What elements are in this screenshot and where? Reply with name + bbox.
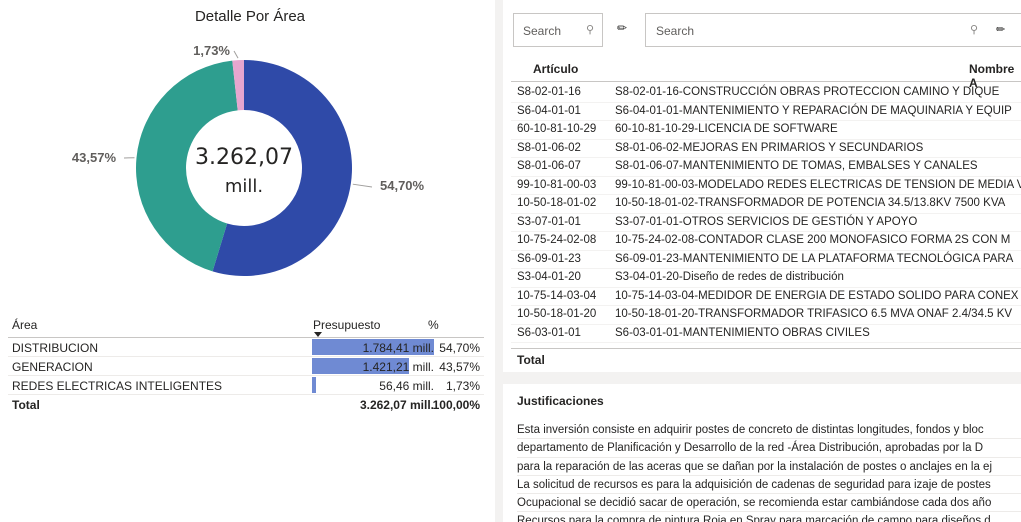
table-row[interactable]: 10-75-14-03-04 10-75-14-03-04-MEDIDOR DE … [511,288,1021,306]
total-presupuesto: 3.262,07 mill. [359,398,434,412]
justificaciones-list[interactable]: Esta inversión consiste en adquirir post… [517,421,1021,522]
table-row[interactable]: 60-10-81-10-29 60-10-81-10-29-LICENCIA DE… [511,121,1021,140]
search-articulo-input[interactable]: Search ⚲ [513,13,603,47]
justificacion-line: Ocupacional se decidió sacar de operació… [517,494,1021,513]
table-row[interactable]: S8-01-06-07 S8-01-06-07-MANTENIMIENTO DE … [511,158,1021,177]
row-articulo: 10-50-18-01-20 [517,308,597,320]
eraser-icon[interactable]: ✏ [996,23,1005,36]
row-pct: 54,70% [439,341,480,355]
row-nombre: 10-50-18-01-02-TRANSFORMADOR DE POTENCIA… [615,197,1006,209]
total-label: Total [517,353,545,367]
justificacion-line: departamento de Planificación y Desarrol… [517,439,1021,458]
row-nombre: S3-04-01-20-Diseño de redes de distribuc… [615,271,844,283]
table-row[interactable]: 99-10-81-00-03 99-10-81-00-03-MODELADO RE… [511,177,1021,195]
row-articulo: S6-04-01-01 [517,104,581,117]
center-value: 3.262,07 [195,145,293,170]
eraser-icon[interactable]: ✏ [617,21,627,35]
search-placeholder: Search [523,24,562,38]
articles-table-header: Artículo Nombre A [511,56,1021,90]
justificacion-line: Esta inversión consiste en adquirir post… [517,421,1021,440]
row-articulo: S8-01-06-02 [517,141,581,154]
area-budget-table: Área Presupuesto % DISTRIBUCION 1.784,41 … [8,312,484,415]
search-icon: ⚲ [586,24,595,36]
table-row[interactable]: DISTRIBUCION 1.784,41 mill. 54,70% [8,338,484,357]
row-nombre: 60-10-81-10-29-LICENCIA DE SOFTWARE [615,123,838,135]
budget-bar [312,377,316,393]
row-nombre: 10-75-14-03-04-MEDIDOR DE ENERGIA DE EST… [615,289,1019,302]
table-row[interactable]: S3-07-01-01 S3-07-01-01-OTROS SERVICIOS D… [511,214,1021,232]
row-nombre: S3-07-01-01-OTROS SERVICIOS DE GESTIÓN Y… [615,215,918,228]
search-nombre-input[interactable]: Search ⚲ ✏ [645,13,1021,47]
row-articulo: 10-50-18-01-02 [517,197,597,209]
table-row[interactable]: S8-02-01-16 S8-02-01-16-CONSTRUCCIÓN OBRA… [511,84,1021,103]
row-pct: 1,73% [445,379,480,393]
slice-label: 43,57% [72,150,117,165]
row-presupuesto: 1.784,41 mill. [362,341,434,355]
row-presupuesto: 1.421,21 mill. [362,360,434,374]
donut-chart[interactable]: 54,70% 43,57% 1,73% 3.262,07 mill. [0,0,490,300]
header-area[interactable]: Área [12,318,37,332]
leader-line [352,183,373,188]
center-unit: mill. [225,176,263,197]
sort-desc-icon[interactable] [314,332,322,337]
row-pct: 43,57% [439,360,480,374]
table-row[interactable]: 10-50-18-01-20 10-50-18-01-20-TRANSFORMAD… [511,306,1021,325]
slice-label: 54,70% [380,178,425,193]
row-nombre: S6-04-01-01-MANTENIMIENTO Y REPARACIÓN D… [615,104,1012,117]
row-articulo: S3-04-01-20 [517,271,581,283]
row-articulo: 10-75-24-02-08 [517,234,597,246]
search-icon: ⚲ [970,24,979,36]
header-pct[interactable]: % [428,318,439,332]
table-total-row: Total 3.262,07 mill. 100,00% [8,395,484,415]
row-area: GENERACION [12,360,93,374]
row-area: DISTRIBUCION [12,341,99,355]
row-articulo: S8-02-01-16 [517,86,581,98]
table-row[interactable]: S6-03-01-01 S6-03-01-01-MANTENIMIENTO OBR… [511,325,1021,343]
leader-line [233,50,239,59]
row-nombre: 10-50-18-01-20-TRANSFORMADOR TRIFASICO 6… [615,308,1013,320]
row-nombre: S8-01-06-07-MANTENIMIENTO DE TOMAS, EMBA… [615,160,978,172]
articles-table-body: S8-02-01-16 S8-02-01-16-CONSTRUCCIÓN OBRA… [511,84,1021,343]
row-nombre: S6-09-01-23-MANTENIMIENTO DE LA PLATAFOR… [615,252,1014,265]
articles-card: Search ⚲ ✏ Search ⚲ ✏ Artículo Nombre A … [503,0,1021,372]
row-articulo: S8-01-06-07 [517,160,581,172]
row-articulo: 60-10-81-10-29 [517,123,597,135]
total-pct: 100,00% [432,398,480,412]
table-row[interactable]: 10-50-18-01-02 10-50-18-01-02-TRANSFORMAD… [511,195,1021,214]
table-row[interactable]: S6-04-01-01 S6-04-01-01-MANTENIMIENTO Y R… [511,103,1021,121]
search-placeholder: Search [656,24,695,38]
row-presupuesto: 56,46 mill. [379,379,434,393]
slice-label: 1,73% [193,43,230,58]
table-row[interactable]: GENERACION 1.421,21 mill. 43,57% [8,357,484,376]
table-row[interactable]: S8-01-06-02 S8-01-06-02-MEJORAS EN PRIMAR… [511,140,1021,158]
row-nombre: S8-01-06-02-MEJORAS EN PRIMARIOS Y SECUN… [615,141,924,154]
area-detail-panel: Detalle Por Área 54,70% 43,57% 1,73% 3.262… [0,0,490,522]
row-nombre: S6-03-01-01-MANTENIMIENTO OBRAS CIVILES [615,326,870,339]
articles-total-row: Total [511,348,1021,370]
row-articulo: S6-09-01-23 [517,252,581,265]
justificaciones-title: Justificaciones [517,394,604,408]
table-row[interactable]: REDES ELECTRICAS INTELIGENTES 56,46 mill.… [8,376,484,395]
table-row[interactable]: S3-04-01-20 S3-04-01-20-Diseño de redes d… [511,269,1021,288]
row-articulo: S6-03-01-01 [517,326,581,339]
header-articulo[interactable]: Artículo [533,62,578,76]
header-presupuesto[interactable]: Presupuesto [313,318,380,332]
justificacion-line: para la reparación de las aceras que se … [517,458,1021,476]
row-articulo: 10-75-14-03-04 [517,289,597,302]
table-row[interactable]: S6-09-01-23 S6-09-01-23-MANTENIMIENTO DE … [511,251,1021,269]
row-articulo: S3-07-01-01 [517,215,581,228]
row-nombre: S8-02-01-16-CONSTRUCCIÓN OBRAS PROTECCIO… [615,86,1000,98]
total-label: Total [12,398,40,412]
row-nombre: 99-10-81-00-03-MODELADO REDES ELECTRICAS… [615,178,1021,191]
row-articulo: 99-10-81-00-03 [517,178,597,191]
justificaciones-card: Justificaciones Esta inversión consiste … [503,384,1021,522]
justificacion-line: La solicitud de recursos es para la adqu… [517,476,1021,495]
articles-panel: Search ⚲ ✏ Search ⚲ ✏ Artículo Nombre A … [495,0,1021,522]
row-nombre: 10-75-24-02-08-CONTADOR CLASE 200 MONOFA… [615,234,1011,246]
table-row[interactable]: 10-75-24-02-08 10-75-24-02-08-CONTADOR CL… [511,232,1021,251]
table-header: Área Presupuesto % [8,312,484,338]
row-area: REDES ELECTRICAS INTELIGENTES [12,379,223,393]
justificacion-line: Recursos para la compra de pintura Roja … [517,512,1021,522]
